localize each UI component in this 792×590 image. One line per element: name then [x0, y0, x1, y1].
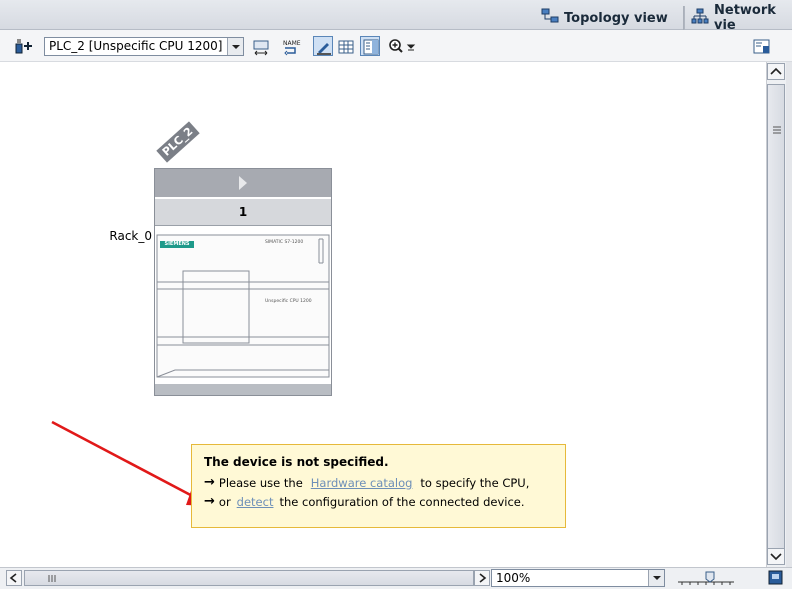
detect-link[interactable]: detect	[237, 495, 274, 509]
scroll-down-button[interactable]	[767, 548, 785, 565]
tab-network-label: Network vie	[714, 3, 776, 33]
tab-topology-label: Topology view	[564, 10, 668, 26]
table-view-icon[interactable]	[360, 36, 380, 56]
expand-triangle-icon	[239, 176, 247, 190]
scroll-up-button[interactable]	[767, 63, 785, 80]
fit-width-icon[interactable]	[250, 36, 270, 56]
overview-navigation-icon[interactable]	[766, 568, 786, 587]
arrow-right-icon: →	[204, 475, 215, 490]
task-card-toggle-icon[interactable]	[752, 38, 772, 56]
rack-bottom-rail	[155, 384, 331, 395]
svg-text:NAME: NAME	[283, 40, 301, 47]
horizontal-scroll-thumb[interactable]	[24, 570, 474, 586]
device-not-specified-info: The device is not specified. → Please us…	[191, 444, 566, 528]
cpu-module[interactable]: SIEMENS SIMATIC S7-1200 Unspecific CPU 1…	[155, 227, 331, 384]
info-line2-prefix: or	[218, 494, 231, 509]
zoom-in-icon[interactable]	[386, 36, 416, 56]
topology-icon	[541, 8, 559, 28]
device-select-value: PLC_2 [Unspecific CPU 1200]	[49, 39, 223, 53]
zoom-dropdown-button[interactable]	[648, 570, 664, 586]
scroll-right-button[interactable]	[474, 570, 490, 586]
info-line-detect: → or detect the configuration of the con…	[204, 494, 553, 509]
device-picker-icon[interactable]	[14, 36, 34, 56]
edit-pencil-icon[interactable]	[313, 36, 333, 56]
info-title: The device is not specified.	[204, 455, 389, 469]
panel-splitter[interactable]	[786, 62, 792, 567]
network-icon	[691, 8, 709, 28]
device-select-dropdown-button[interactable]	[227, 38, 243, 55]
zoom-value: 100%	[496, 571, 531, 585]
series-label: SIMATIC S7-1200	[265, 240, 304, 245]
tab-topology-view[interactable]: Topology view	[535, 6, 683, 30]
rack-header[interactable]	[155, 169, 331, 197]
rename-icon[interactable]: NAME	[280, 36, 301, 56]
grid-icon[interactable]	[335, 36, 355, 56]
info-line1-suffix: to specify the CPU,	[420, 475, 530, 490]
cpu-type-label: Unspecific CPU 1200	[265, 299, 312, 304]
rack-label: Rack_0	[109, 229, 152, 243]
info-line1-prefix: Please use the	[218, 475, 303, 490]
zoom-slider[interactable]	[676, 570, 756, 586]
zoom-select[interactable]: 100%	[491, 569, 665, 587]
tab-network-view[interactable]: Network vie	[684, 3, 792, 33]
siemens-badge: SIEMENS	[160, 241, 194, 248]
info-line2-suffix: the configuration of the connected devic…	[279, 494, 525, 509]
info-line-catalog: → Please use the Hardware catalog to spe…	[204, 475, 553, 490]
slot-number: 1	[155, 198, 331, 226]
arrow-right-icon: →	[204, 494, 215, 509]
scroll-left-button[interactable]	[6, 570, 22, 586]
vertical-scroll-thumb[interactable]	[767, 84, 785, 554]
device-select[interactable]: PLC_2 [Unspecific CPU 1200]	[44, 37, 244, 56]
device-name-tag[interactable]: PLC_2	[150, 121, 210, 163]
hardware-catalog-link[interactable]: Hardware catalog	[311, 476, 413, 490]
